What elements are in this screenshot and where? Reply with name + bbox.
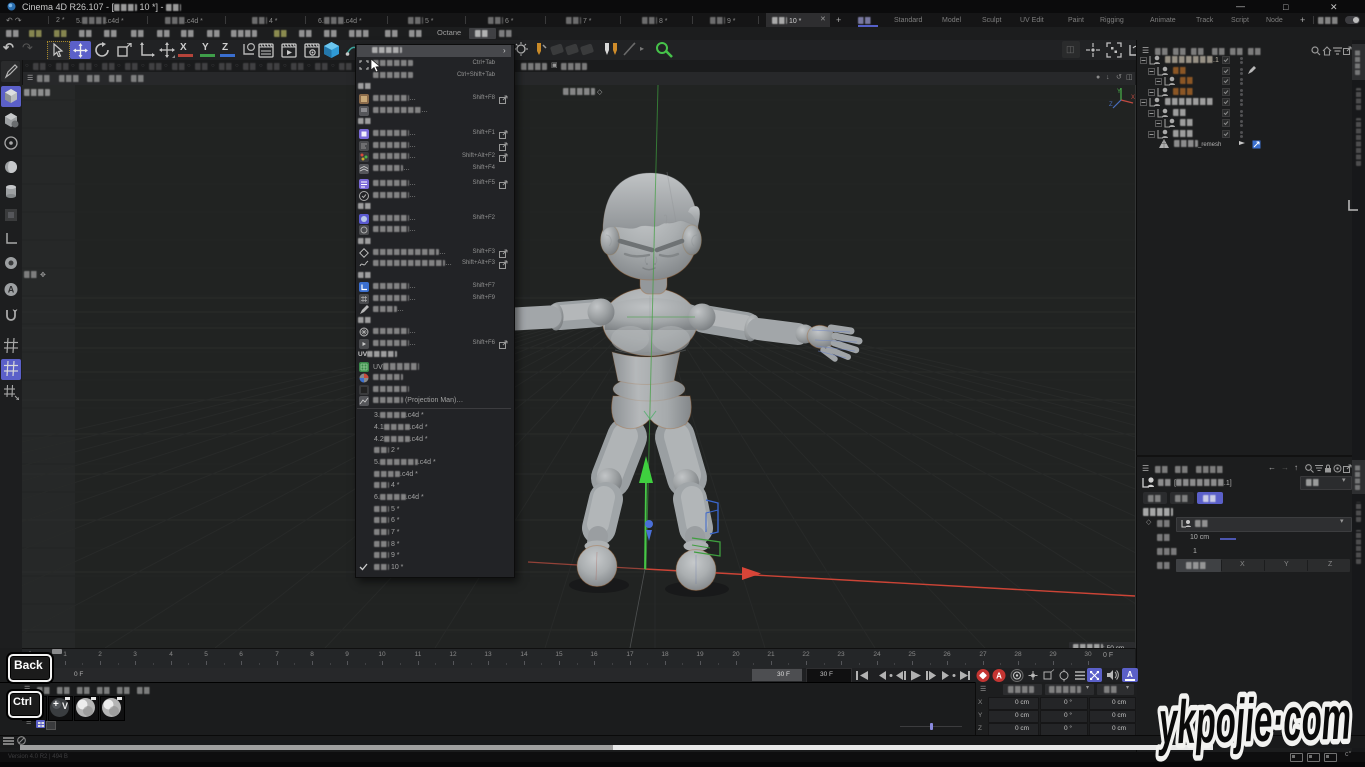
svg-text:A: A (996, 672, 1002, 681)
svg-text:ykpojie·com: ykpojie·com (1156, 684, 1351, 757)
svg-text:A: A (8, 285, 15, 295)
